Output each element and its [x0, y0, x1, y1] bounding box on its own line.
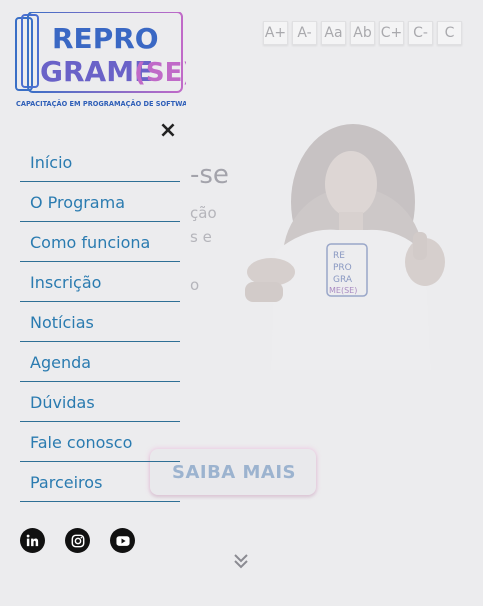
instagram-icon[interactable]: [65, 528, 90, 553]
linkedin-icon[interactable]: [20, 528, 45, 553]
shirt-logo-line1: RE: [333, 251, 345, 261]
logo-suffix: (SE): [134, 58, 186, 88]
hero-text-line: s e: [190, 228, 212, 246]
menu-item-duvidas[interactable]: Dúvidas: [20, 383, 180, 422]
contrast-increase-button[interactable]: C+: [379, 21, 404, 45]
contrast-default-button[interactable]: C: [437, 21, 462, 45]
font-decrease-button[interactable]: A-: [292, 21, 317, 45]
hero-text-line: o: [190, 276, 200, 294]
font-increase-button[interactable]: A+: [263, 21, 288, 45]
menu-item-como-funciona[interactable]: Como funciona: [20, 223, 180, 262]
shirt-logo-line3: GRA: [333, 275, 353, 285]
youtube-icon[interactable]: [110, 528, 135, 553]
menu-item-agenda[interactable]: Agenda: [20, 343, 180, 382]
hero-photo: RE PRO GRA ME(SE): [245, 124, 445, 370]
hero-heading: -se: [190, 160, 229, 190]
font-default-button[interactable]: Aa: [321, 21, 346, 45]
menu-item-inicio[interactable]: Início: [20, 143, 180, 182]
menu-item-noticias[interactable]: Notícias: [20, 303, 180, 342]
close-menu-button[interactable]: ×: [158, 120, 178, 142]
shirt-logo-line2: PRO: [333, 263, 352, 273]
double-chevron-down-icon[interactable]: [233, 553, 249, 569]
menu-item-inscricao[interactable]: Inscrição: [20, 263, 180, 302]
menu-item-o-programa[interactable]: O Programa: [20, 183, 180, 222]
shirt-logo-line4: ME(SE): [329, 286, 357, 295]
contrast-decrease-button[interactable]: C-: [408, 21, 433, 45]
menu-item-fale-conosco[interactable]: Fale conosco: [20, 423, 180, 462]
hero-text-line: ção: [190, 204, 217, 222]
logo-line1: REPRO: [52, 22, 159, 55]
social-links: [20, 528, 135, 553]
reprograme-logo[interactable]: REPRO GRAME (SE) CAPACITAÇÃO EM PROGRAMA…: [14, 12, 186, 112]
accessibility-toolbar: A+ A- Aa Ab C+ C- C: [263, 21, 462, 45]
side-menu: Início O Programa Como funciona Inscriçã…: [20, 143, 180, 503]
menu-item-parceiros[interactable]: Parceiros: [20, 463, 180, 502]
logo-tagline: CAPACITAÇÃO EM PROGRAMAÇÃO DE SOFTWARE: [16, 99, 186, 108]
dyslexic-font-button[interactable]: Ab: [350, 21, 375, 45]
